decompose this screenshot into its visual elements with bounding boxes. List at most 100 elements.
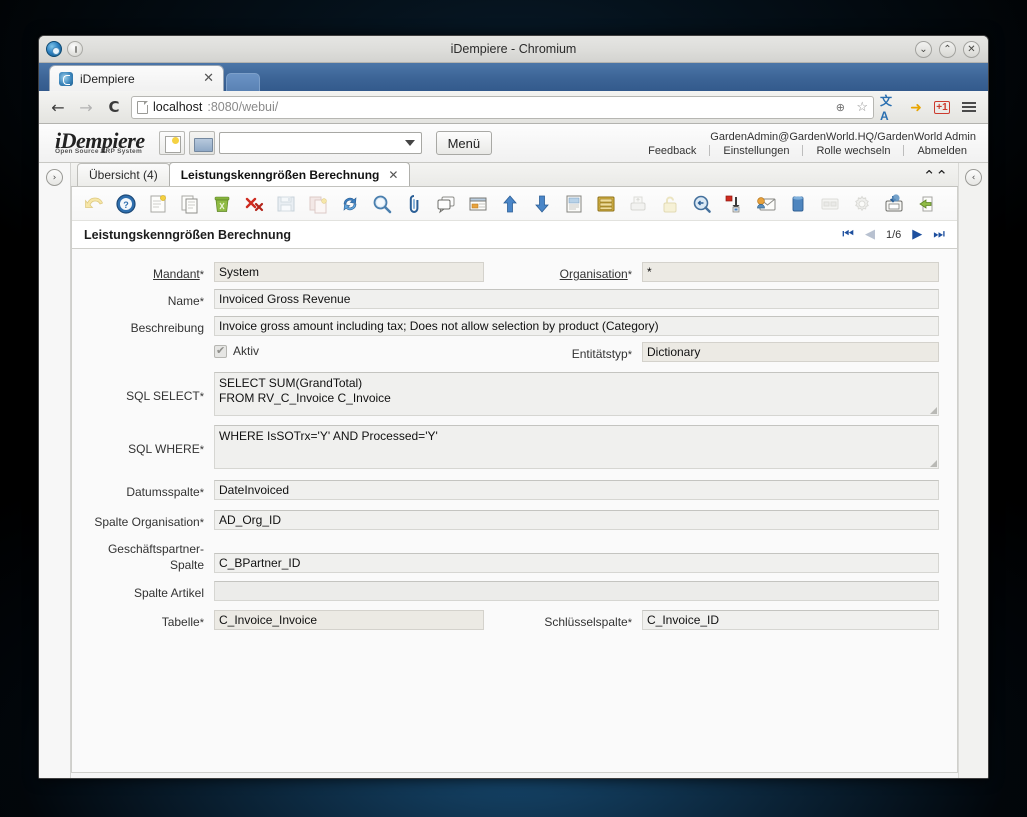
field-aktiv: Aktiv <box>78 342 506 358</box>
input-schluesselspalte[interactable]: C_Invoice_ID <box>642 610 939 630</box>
archive-icon[interactable] <box>590 190 621 218</box>
find-icon[interactable] <box>366 190 397 218</box>
undo-icon[interactable] <box>78 190 109 218</box>
copy-record-icon[interactable] <box>174 190 205 218</box>
active-workflow-icon[interactable] <box>718 190 749 218</box>
request-icon[interactable] <box>750 190 781 218</box>
delete-selected-icon[interactable] <box>238 190 269 218</box>
parent-record-icon[interactable] <box>494 190 525 218</box>
preference-icon <box>846 190 877 218</box>
required-marker: * <box>627 617 632 629</box>
browser-tab-close-icon[interactable]: ✕ <box>201 71 216 86</box>
minimize-button[interactable]: ⌄ <box>915 41 932 58</box>
field-organisation: Organisation* * <box>506 262 939 284</box>
link-einstellungen[interactable]: Einstellungen <box>710 145 802 157</box>
textarea-sql-where[interactable]: WHERE IsSOTrx='Y' AND Processed='Y' <box>214 425 939 469</box>
input-gp-spalte[interactable]: C_BPartner_ID <box>214 553 939 573</box>
delete-icon[interactable] <box>206 190 237 218</box>
chrome-menu-icon[interactable] <box>958 96 980 118</box>
required-marker: * <box>199 296 204 308</box>
idempiere-logo: iDempiere Open Source ERP System <box>55 130 145 156</box>
field-value-spalte-organisation-wrap: AD_Org_ID <box>214 510 939 530</box>
input-spalte-artikel[interactable] <box>214 581 939 601</box>
field-value-name-wrap: Invoiced Gross Revenue <box>214 289 939 309</box>
help-icon[interactable]: ? <box>110 190 141 218</box>
input-beschreibung[interactable]: Invoice gross amount including tax; Does… <box>214 316 939 336</box>
next-record-icon[interactable]: ▶ <box>912 228 922 241</box>
reload-icon[interactable]: C <box>103 96 125 118</box>
window-menu-icon[interactable] <box>67 41 83 57</box>
url-host: localhost <box>153 100 203 114</box>
first-record-icon[interactable]: ⏮ <box>842 228 854 241</box>
chevron-down-icon[interactable] <box>404 140 415 146</box>
refresh-icon[interactable] <box>334 190 365 218</box>
global-search-input[interactable] <box>218 132 422 154</box>
zoom-icon[interactable]: ⊕ <box>830 97 850 117</box>
menu-button[interactable]: Menü <box>435 131 493 155</box>
required-marker: * <box>199 444 204 456</box>
expand-left-sidebar-icon[interactable]: › <box>46 169 63 186</box>
window-tab-close-icon[interactable]: ✕ <box>388 168 398 182</box>
export-icon <box>814 190 845 218</box>
input-name[interactable]: Invoiced Gross Revenue <box>214 289 939 309</box>
input-tabelle[interactable]: C_Invoice_Invoice <box>214 610 484 630</box>
chromium-window: iDempiere - Chromium ⌄ ⌃ ✕ iDempiere ✕ ←… <box>38 35 989 779</box>
record-navigation: ⏮ ◀ 1/6 ▶ ⏭ <box>842 228 945 241</box>
input-datumsspalte[interactable]: DateInvoiced <box>214 480 939 500</box>
field-label-gp-spalte-text: Geschäftspartner-Spalte <box>107 542 204 572</box>
bookmark-star-icon[interactable]: ☆ <box>856 99 868 115</box>
input-entitaetstyp[interactable]: Dictionary <box>642 342 939 362</box>
browser-tab[interactable]: iDempiere ✕ <box>49 65 224 91</box>
collapse-header-icon[interactable]: ⌃⌃ <box>923 169 948 184</box>
address-bar[interactable]: localhost :8080/webui/ ⊕ ☆ <box>131 95 874 119</box>
archive-document-icon[interactable] <box>878 190 909 218</box>
chat-icon[interactable] <box>430 190 461 218</box>
form-row-tabelle: Tabelle* C_Invoice_Invoice Schlüsselspal… <box>78 610 939 632</box>
field-value-mandant-wrap: System <box>214 262 506 282</box>
maximize-button[interactable]: ⌃ <box>939 41 956 58</box>
window-tab-uebersicht[interactable]: Übersicht (4) <box>77 163 170 186</box>
report-icon[interactable] <box>558 190 589 218</box>
close-button[interactable]: ✕ <box>963 41 980 58</box>
link-feedback[interactable]: Feedback <box>635 145 709 157</box>
field-value-gp-spalte-wrap: C_BPartner_ID <box>214 540 939 573</box>
product-info-icon[interactable] <box>782 190 813 218</box>
url-path: :8080/webui/ <box>207 100 279 114</box>
input-spalte-organisation[interactable]: AD_Org_ID <box>214 510 939 530</box>
textarea-sql-select[interactable]: SELECT SUM(GrandTotal) FROM RV_C_Invoice… <box>214 372 939 416</box>
grid-toggle-icon[interactable] <box>462 190 493 218</box>
field-value-schluesselspalte-wrap: C_Invoice_ID <box>642 610 939 630</box>
open-folder-icon[interactable] <box>188 131 215 155</box>
field-value-sql-select-wrap: SELECT SUM(GrandTotal) FROM RV_C_Invoice… <box>214 372 939 416</box>
field-value-spalte-artikel-wrap <box>214 581 939 601</box>
exit-icon[interactable] <box>910 190 941 218</box>
checkbox-aktiv[interactable] <box>214 344 227 358</box>
input-mandant[interactable]: System <box>214 262 484 282</box>
gplus-extension-icon[interactable]: +1 <box>932 97 952 117</box>
window-tab-leistungskenngroessen[interactable]: Leistungskenngrößen Berechnung ✕ <box>168 162 411 186</box>
detail-record-icon[interactable] <box>526 190 557 218</box>
form-row-spalte-artikel: Spalte Artikel <box>78 581 939 602</box>
field-label-beschreibung: Beschreibung <box>78 316 214 337</box>
attachment-icon[interactable] <box>398 190 429 218</box>
collapse-right-sidebar-icon[interactable]: ‹ <box>965 169 982 186</box>
field-label-sql-where: SQL WHERE* <box>78 425 214 459</box>
field-label-sql-select-text: SQL SELECT <box>126 389 200 403</box>
page-info-icon[interactable] <box>137 100 148 114</box>
new-record-icon[interactable] <box>142 190 173 218</box>
header-links: Feedback Einstellungen Rolle wechseln Ab… <box>635 145 980 157</box>
last-record-icon[interactable]: ⏭ <box>933 228 945 241</box>
form-row-name: Name* Invoiced Gross Revenue <box>78 289 939 311</box>
zoom-across-icon[interactable] <box>686 190 717 218</box>
translate-extension-icon[interactable]: 文A <box>880 94 900 123</box>
back-icon[interactable]: ← <box>47 96 69 118</box>
new-tab-button[interactable] <box>226 73 260 91</box>
new-window-icon[interactable] <box>158 131 185 155</box>
input-organisation[interactable]: * <box>642 262 939 282</box>
send-to-device-extension-icon[interactable]: ➜ <box>906 97 926 117</box>
field-label-sql-where-text: SQL WHERE <box>128 442 200 456</box>
checkbox-aktiv-wrap[interactable]: Aktiv <box>214 342 506 358</box>
lock-icon <box>654 190 685 218</box>
link-rolle-wechseln[interactable]: Rolle wechseln <box>803 145 903 157</box>
link-abmelden[interactable]: Abmelden <box>904 145 980 157</box>
